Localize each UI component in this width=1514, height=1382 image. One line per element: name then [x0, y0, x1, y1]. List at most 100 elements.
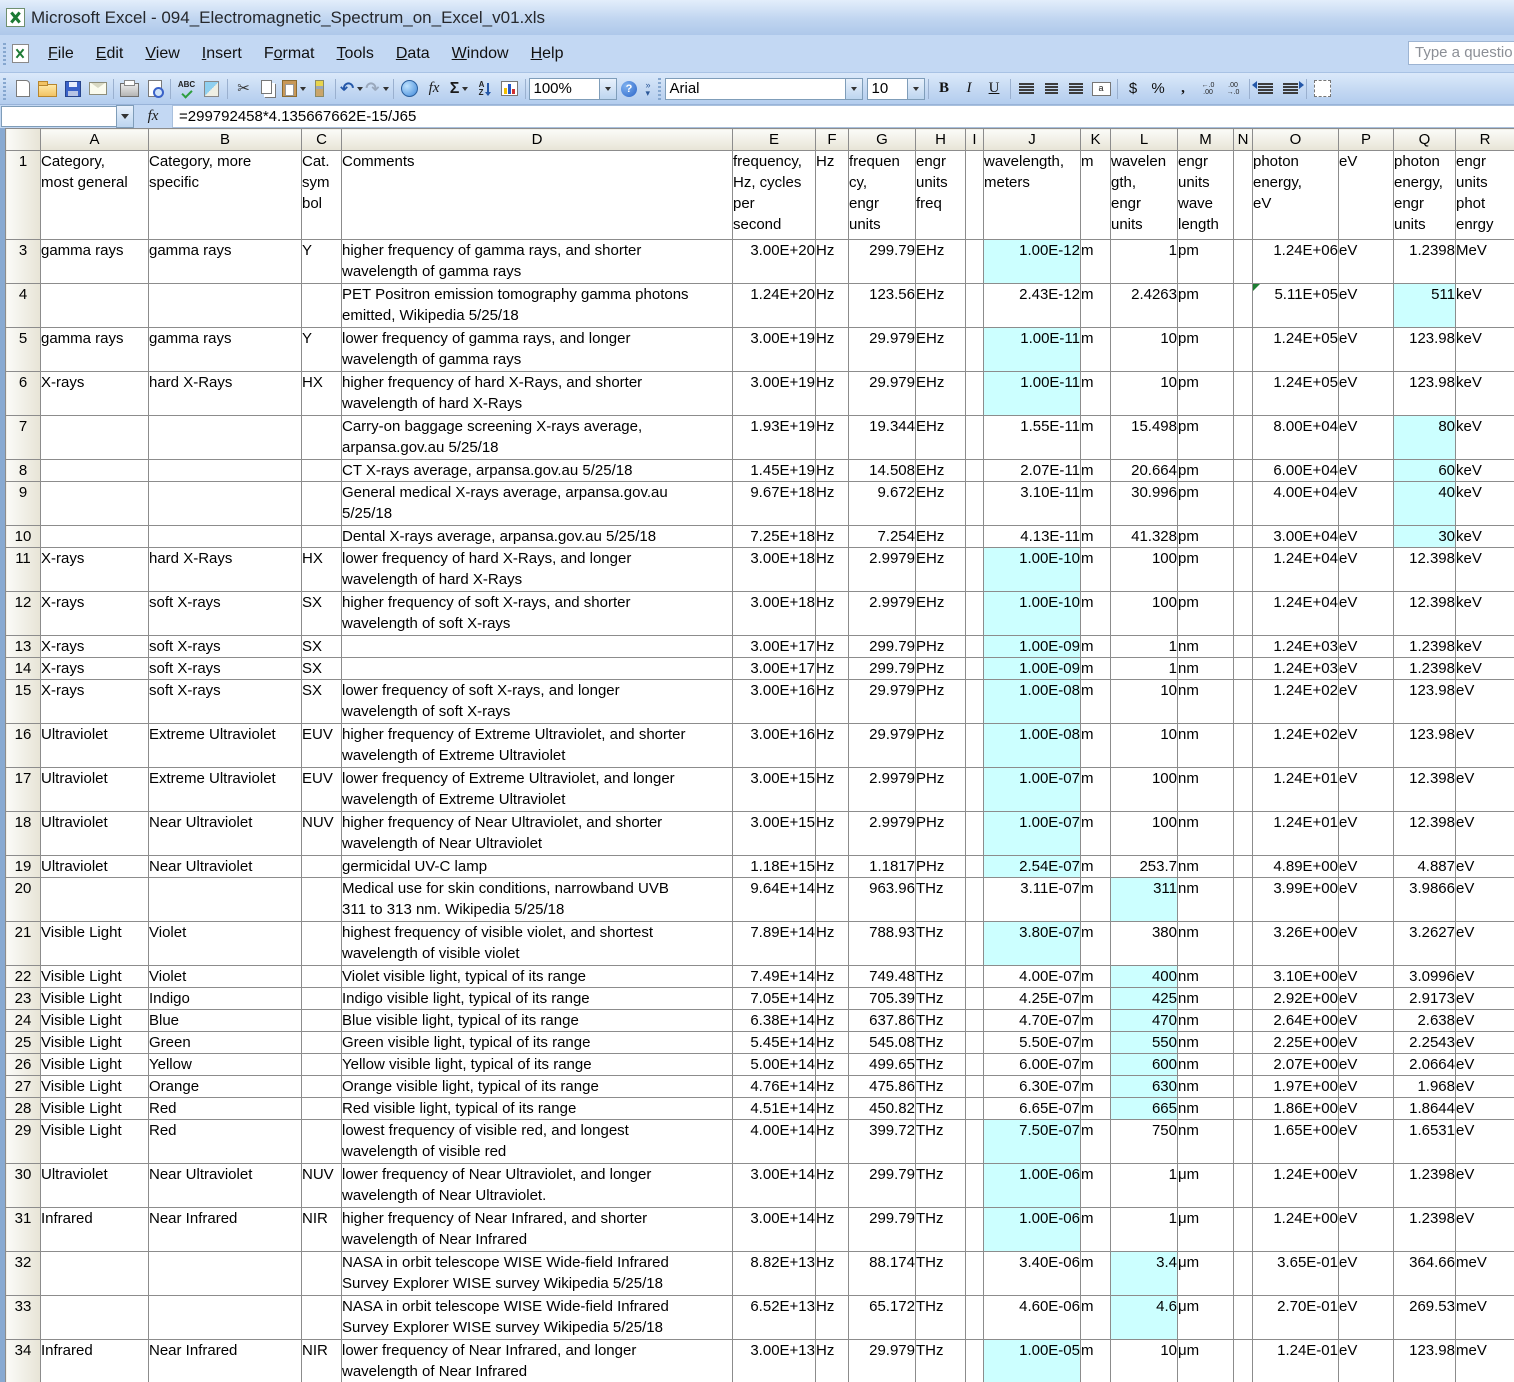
cell-D14[interactable]: [342, 658, 733, 680]
cell-P13[interactable]: eV: [1339, 636, 1394, 658]
cell-J34[interactable]: 1.00E-05: [984, 1340, 1081, 1382]
cell-H10[interactable]: EHz: [916, 526, 966, 548]
row-header-11[interactable]: 11: [6, 548, 41, 592]
cell-Q29[interactable]: 1.6531: [1394, 1120, 1456, 1164]
cell-L28[interactable]: 665: [1111, 1098, 1178, 1120]
formatting-toolbar-handle[interactable]: [658, 78, 661, 100]
cell-H30[interactable]: THz: [916, 1164, 966, 1208]
cell-P21[interactable]: eV: [1339, 922, 1394, 966]
cell-Q24[interactable]: 2.638: [1394, 1010, 1456, 1032]
cell-I32[interactable]: [966, 1252, 984, 1296]
cell-F34[interactable]: Hz: [816, 1340, 849, 1382]
cell-L30[interactable]: 1: [1111, 1164, 1178, 1208]
cell-B11[interactable]: hard X-Rays: [149, 548, 302, 592]
cell-B20[interactable]: [149, 878, 302, 922]
cell-Q14[interactable]: 1.2398: [1394, 658, 1456, 680]
cell-N10[interactable]: [1234, 526, 1253, 548]
cell-B32[interactable]: [149, 1252, 302, 1296]
cell-O18[interactable]: 1.24E+01: [1253, 812, 1339, 856]
cell-C7[interactable]: [302, 416, 342, 460]
cell-E12[interactable]: 3.00E+18: [733, 592, 816, 636]
cell-A3[interactable]: gamma rays: [41, 240, 149, 284]
cell-Q11[interactable]: 12.398: [1394, 548, 1456, 592]
cell-G32[interactable]: 88.174: [849, 1252, 916, 1296]
cell-D29[interactable]: lowest frequency of visible red, and lon…: [342, 1120, 733, 1164]
cell-G12[interactable]: 2.9979: [849, 592, 916, 636]
cell-O31[interactable]: 1.24E+00: [1253, 1208, 1339, 1252]
cell-P7[interactable]: eV: [1339, 416, 1394, 460]
cell-E1[interactable]: frequency, Hz, cycles per second: [733, 151, 816, 240]
cell-K10[interactable]: m: [1081, 526, 1111, 548]
row-header-15[interactable]: 15: [6, 680, 41, 724]
cell-B1[interactable]: Category, more specific: [149, 151, 302, 240]
cell-P34[interactable]: eV: [1339, 1340, 1394, 1382]
font-size-dropdown-icon[interactable]: [907, 79, 924, 99]
cell-M14[interactable]: nm: [1178, 658, 1234, 680]
insert-function-button[interactable]: fx: [422, 78, 447, 100]
column-header-K[interactable]: K: [1081, 129, 1111, 151]
cell-I26[interactable]: [966, 1054, 984, 1076]
cell-B4[interactable]: [149, 284, 302, 328]
cell-I31[interactable]: [966, 1208, 984, 1252]
cell-C10[interactable]: [302, 526, 342, 548]
cell-H27[interactable]: THz: [916, 1076, 966, 1098]
cell-O25[interactable]: 2.25E+00: [1253, 1032, 1339, 1054]
cell-G26[interactable]: 499.65: [849, 1054, 916, 1076]
cell-L7[interactable]: 15.498: [1111, 416, 1178, 460]
cell-C30[interactable]: NUV: [302, 1164, 342, 1208]
cell-R33[interactable]: meV: [1456, 1296, 1514, 1340]
cell-L24[interactable]: 470: [1111, 1010, 1178, 1032]
cell-D5[interactable]: lower frequency of gamma rays, and longe…: [342, 328, 733, 372]
cell-J3[interactable]: 1.00E-12: [984, 240, 1081, 284]
cell-E22[interactable]: 7.49E+14: [733, 966, 816, 988]
cell-R19[interactable]: eV: [1456, 856, 1514, 878]
cell-F11[interactable]: Hz: [816, 548, 849, 592]
cell-K28[interactable]: m: [1081, 1098, 1111, 1120]
cell-K9[interactable]: m: [1081, 482, 1111, 526]
cell-C25[interactable]: [302, 1032, 342, 1054]
cell-R26[interactable]: eV: [1456, 1054, 1514, 1076]
cell-G9[interactable]: 9.672: [849, 482, 916, 526]
cell-J14[interactable]: 1.00E-09: [984, 658, 1081, 680]
cell-I6[interactable]: [966, 372, 984, 416]
cell-A4[interactable]: [41, 284, 149, 328]
cell-A5[interactable]: gamma rays: [41, 328, 149, 372]
cell-F7[interactable]: Hz: [816, 416, 849, 460]
format-painter-button[interactable]: [307, 78, 332, 100]
select-all-corner[interactable]: [6, 129, 41, 151]
cell-F22[interactable]: Hz: [816, 966, 849, 988]
cell-L15[interactable]: 10: [1111, 680, 1178, 724]
cell-I25[interactable]: [966, 1032, 984, 1054]
cell-R14[interactable]: keV: [1456, 658, 1514, 680]
cell-J30[interactable]: 1.00E-06: [984, 1164, 1081, 1208]
column-header-I[interactable]: I: [966, 129, 984, 151]
cell-G7[interactable]: 19.344: [849, 416, 916, 460]
cell-F29[interactable]: Hz: [816, 1120, 849, 1164]
cell-R10[interactable]: keV: [1456, 526, 1514, 548]
cell-N5[interactable]: [1234, 328, 1253, 372]
cell-O34[interactable]: 1.24E-01: [1253, 1340, 1339, 1382]
cell-J29[interactable]: 7.50E-07: [984, 1120, 1081, 1164]
cell-H12[interactable]: EHz: [916, 592, 966, 636]
cell-L3[interactable]: 1: [1111, 240, 1178, 284]
cell-N18[interactable]: [1234, 812, 1253, 856]
cell-K14[interactable]: m: [1081, 658, 1111, 680]
cell-H21[interactable]: THz: [916, 922, 966, 966]
cell-B15[interactable]: soft X-rays: [149, 680, 302, 724]
cell-A14[interactable]: X-rays: [41, 658, 149, 680]
cell-J21[interactable]: 3.80E-07: [984, 922, 1081, 966]
cell-M22[interactable]: nm: [1178, 966, 1234, 988]
row-header-13[interactable]: 13: [6, 636, 41, 658]
cell-P14[interactable]: eV: [1339, 658, 1394, 680]
cell-M12[interactable]: pm: [1178, 592, 1234, 636]
cell-H28[interactable]: THz: [916, 1098, 966, 1120]
comma-button[interactable]: ,: [1171, 78, 1196, 100]
cell-A9[interactable]: [41, 482, 149, 526]
cell-A21[interactable]: Visible Light: [41, 922, 149, 966]
cell-H9[interactable]: EHz: [916, 482, 966, 526]
cell-F24[interactable]: Hz: [816, 1010, 849, 1032]
column-header-G[interactable]: G: [849, 129, 916, 151]
column-header-D[interactable]: D: [342, 129, 733, 151]
cell-L10[interactable]: 41.328: [1111, 526, 1178, 548]
cell-N12[interactable]: [1234, 592, 1253, 636]
